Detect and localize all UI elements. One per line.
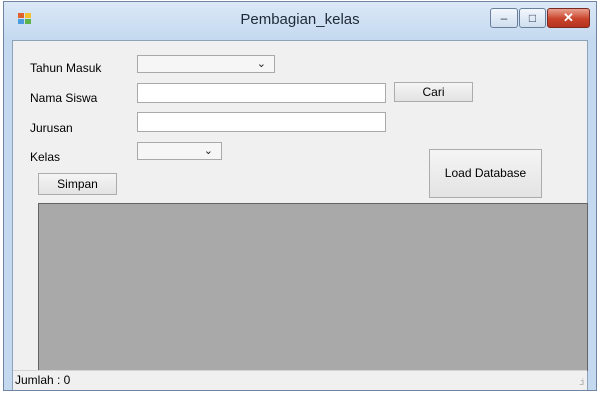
close-icon: ✕ [563, 10, 574, 25]
tahun-masuk-select[interactable]: ⌄ [137, 55, 275, 73]
kelas-select[interactable]: ⌄ [137, 142, 222, 160]
cari-button[interactable]: Cari [394, 82, 473, 102]
tahun-masuk-label: Tahun Masuk [30, 61, 102, 75]
jurusan-label: Jurusan [30, 121, 73, 135]
simpan-button[interactable]: Simpan [38, 173, 117, 195]
load-database-button[interactable]: Load Database [429, 149, 542, 198]
maximize-button[interactable]: □ [519, 8, 546, 28]
chevron-down-icon: ⌄ [203, 145, 213, 157]
jurusan-input[interactable] [137, 112, 386, 132]
close-button[interactable]: ✕ [547, 8, 590, 28]
status-bar: Jumlah : 0 .:i [13, 370, 587, 390]
title-bar[interactable]: Pembagian_kelas – □ ✕ [4, 2, 596, 40]
minimize-button[interactable]: – [490, 8, 518, 28]
chevron-down-icon: ⌄ [256, 58, 266, 70]
nama-siswa-label: Nama Siswa [30, 91, 98, 105]
form-client-area: Tahun Masuk ⌄ Nama Siswa Cari Jurusan Ke… [12, 40, 588, 390]
app-window: Pembagian_kelas – □ ✕ Tahun Masuk ⌄ Nama… [3, 1, 597, 391]
maximize-icon: □ [528, 11, 537, 25]
jumlah-status: Jumlah : 0 [15, 373, 71, 387]
resize-grip-icon[interactable]: .:i [579, 377, 584, 387]
minimize-icon: – [500, 11, 508, 25]
nama-siswa-input[interactable] [137, 83, 386, 103]
kelas-label: Kelas [30, 150, 61, 164]
data-grid[interactable] [38, 203, 588, 371]
